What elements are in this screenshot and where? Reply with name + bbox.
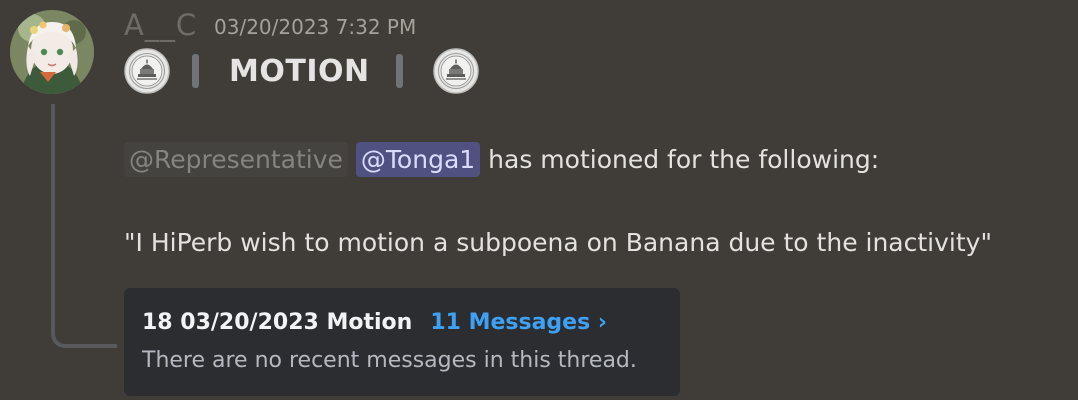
- username[interactable]: A__C: [124, 8, 197, 42]
- capitol-seal-icon: [124, 48, 170, 94]
- thread-connector-line: [51, 104, 117, 348]
- thread-title-row: 18 03/20/2023 Motion 11 Messages ›: [142, 310, 607, 335]
- user-mention[interactable]: @Tonga1: [355, 141, 481, 177]
- timestamp: 03/20/2023 7:32 PM: [214, 15, 417, 39]
- message-body-line-1: @Representative @Tonga1 has motioned for…: [124, 138, 879, 180]
- thread-name[interactable]: 18 03/20/2023 Motion: [142, 310, 412, 335]
- motion-headline: MOTION: [124, 48, 479, 94]
- thread-card[interactable]: 18 03/20/2023 Motion 11 Messages › There…: [124, 288, 680, 396]
- thread-preview-text: There are no recent messages in this thr…: [142, 348, 637, 373]
- avatar-image: [10, 10, 94, 94]
- divider-bar: [192, 54, 199, 88]
- role-mention[interactable]: @Representative: [124, 141, 348, 177]
- capitol-seal-icon: [432, 48, 479, 94]
- thread-messages-link[interactable]: 11 Messages ›: [430, 310, 607, 335]
- motion-title: MOTION: [229, 53, 370, 89]
- divider-bar: [395, 54, 403, 88]
- message-body-line-2: "I HiPerb wish to motion a subpoena on B…: [124, 228, 992, 257]
- message-text: has motioned for the following:: [488, 144, 880, 174]
- avatar[interactable]: [10, 10, 94, 94]
